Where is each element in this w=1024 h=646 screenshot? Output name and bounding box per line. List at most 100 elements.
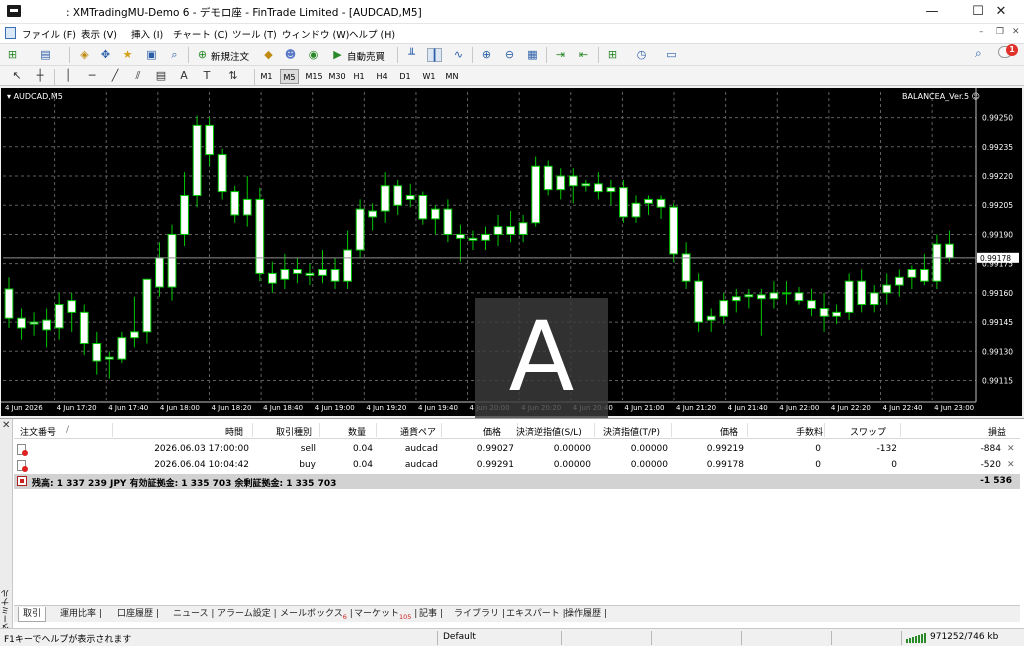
arrows-icon[interactable]: ⇅ [226,69,240,83]
line-chart-icon[interactable]: ∿ [451,48,466,62]
mdi-restore-icon[interactable]: ❐ [996,27,1004,37]
col-open-price[interactable]: 価格 [483,425,501,438]
notifications-icon[interactable]: 1 [998,44,1018,62]
profiles-icon[interactable]: ▤ [38,48,53,62]
new-chart-icon[interactable]: ⊞ [5,48,20,62]
timeframe-mn[interactable]: MN [443,69,461,84]
autoscroll-icon[interactable]: ⇥ [553,48,568,62]
candle-bear [205,124,215,156]
community-icon[interactable]: ☻ [283,48,298,62]
horizontal-line-icon[interactable]: ─ [85,69,99,83]
tile-windows-icon[interactable]: ▦ [525,48,540,62]
candle-bull [518,222,528,235]
col-symbol[interactable]: 通貨ペア [400,425,436,438]
y-tick-label: 0.99205 [982,201,1013,210]
tab-journal[interactable]: 操作履歴 | [565,607,607,622]
col-take-profit[interactable]: 決済指値(T/P) [603,425,660,438]
tab-alerts[interactable]: アラーム設定 | [217,607,277,622]
close-position-icon[interactable]: ✕ [1007,444,1015,454]
menu-view[interactable]: 表示 (V) [81,27,117,41]
expert-advisor-label[interactable]: BALANCEA_Ver.5 ☺ [902,92,980,101]
menu-tools[interactable]: ツール (T) [232,27,277,41]
col-volume[interactable]: 数量 [348,425,366,438]
col-swap[interactable]: スワップ [850,425,886,438]
balance-summary-row: 残高: 1 337 239 JPY 有効証拠金: 1 335 703 余剰証拠金… [14,474,1020,489]
text-label-icon[interactable]: T [200,69,214,83]
templates-icon[interactable]: ▭ [664,48,679,62]
close-position-icon[interactable]: ✕ [1007,460,1015,470]
tab-trade[interactable]: 取引 [18,607,47,622]
equidistant-channel-icon[interactable]: ⫽ [131,69,145,83]
cursor-icon[interactable]: ↖ [10,69,24,83]
timeframe-h1[interactable]: H1 [351,69,367,84]
menu-window[interactable]: ウィンドウ (W) [282,27,349,41]
metaeditor-icon[interactable]: ◆ [261,48,276,62]
chart-shift-icon[interactable]: ⇤ [576,48,591,62]
col-price[interactable]: 価格 [720,425,738,438]
mdi-minimize-icon[interactable]: – [979,27,984,37]
trade-row[interactable]: 2026.06.04 10:04:42 buy 0.04 audcad 0.99… [14,458,1020,473]
fibonacci-icon[interactable]: ▤ [154,69,168,83]
col-stop-loss[interactable]: 決済逆指値(S/L) [516,425,582,438]
close-button[interactable]: ✕ [978,0,1024,24]
timeframe-h4[interactable]: H4 [374,69,390,84]
trade-time: 2026.06.03 17:00:00 [154,444,249,454]
minimize-button[interactable]: — [909,0,955,24]
chart-window-icon[interactable] [5,27,16,39]
navigator-icon[interactable]: ★ [120,48,135,62]
tab-news[interactable]: ニュース | [173,607,214,622]
col-commission[interactable]: 手数料 [796,425,823,438]
connection-status-icon[interactable] [906,633,928,643]
col-profit[interactable]: 損益 [988,425,1006,438]
new-order-button[interactable]: 新規注文 [211,49,249,63]
menu-help[interactable]: ヘルプ (H) [349,27,395,41]
menu-insert[interactable]: 挿入 (I) [131,27,163,41]
timeframe-d1[interactable]: D1 [397,69,413,84]
tab-library[interactable]: ライブラリ | [454,607,505,622]
candlestick-chart-icon[interactable]: ┃ [427,48,442,62]
indicators-icon[interactable]: ⊞ [605,48,620,62]
terminal-icon[interactable]: ▣ [144,48,159,62]
tab-experts[interactable]: エキスパート | [506,607,566,622]
strategy-tester-icon[interactable]: ⌕ [167,48,182,62]
x-tick-label: 4 Jun 18:40 [263,404,303,412]
trade-type: sell [300,444,316,454]
crosshair-icon[interactable]: ┼ [33,69,47,83]
candle-bear [669,206,678,255]
search-icon[interactable]: ⌕ [975,46,982,61]
col-time[interactable]: 時間 [225,425,243,438]
tab-market[interactable]: マーケット105 | [354,607,417,622]
timeframe-w1[interactable]: W1 [420,69,438,84]
terminal-close-icon[interactable]: ✕ [2,420,10,431]
text-icon[interactable]: A [177,69,191,83]
timeframe-m30[interactable]: M30 [327,69,347,84]
col-type[interactable]: 取引種別 [276,425,312,438]
menu-chart[interactable]: チャート (C) [173,27,228,41]
data-window-icon[interactable]: ✥ [98,48,113,62]
timeframe-m15[interactable]: M15 [304,69,324,84]
timeframe-m5[interactable]: M5 [280,69,299,84]
tab-account-history[interactable]: 口座履歴 | [117,607,159,622]
trade-open-price: 0.99027 [476,444,514,454]
signals-icon[interactable]: ◉ [306,48,321,62]
trade-commission: 0 [815,460,821,470]
zoom-out-icon[interactable]: ⊖ [502,48,517,62]
auto-trade-button[interactable]: 自動売買 [347,49,385,63]
vertical-line-icon[interactable]: │ [61,69,75,83]
market-watch-icon[interactable]: ◈ [77,48,92,62]
tab-exposure[interactable]: 運用比率 | [60,607,102,622]
timeframe-m1[interactable]: M1 [258,69,275,84]
trendline-icon[interactable]: ╱ [108,69,122,83]
candle-bear [92,343,102,362]
trade-row[interactable]: 2026.06.03 17:00:00 sell 0.04 audcad 0.9… [14,442,1020,457]
tab-articles[interactable]: 記事 | [419,607,443,622]
tab-mailbox[interactable]: メールボックス6 | [280,607,353,622]
zoom-in-icon[interactable]: ⊕ [479,48,494,62]
periods-icon[interactable]: ◷ [634,48,649,62]
candle-bull [706,315,716,321]
menu-file[interactable]: ファイル (F) [22,27,76,41]
mdi-close-icon[interactable]: ✕ [1012,27,1020,37]
bar-chart-icon[interactable]: ╨ [404,48,419,62]
col-order[interactable]: 注文番号 [20,425,56,438]
app-logo-icon[interactable] [7,5,21,17]
